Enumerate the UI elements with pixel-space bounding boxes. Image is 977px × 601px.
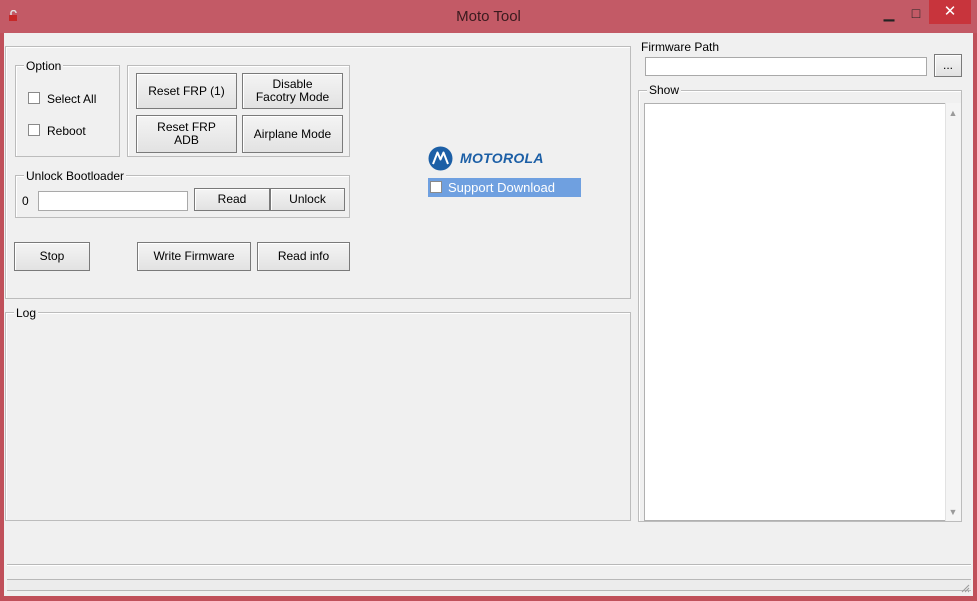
unlock-count: 0 — [22, 194, 29, 208]
scroll-down-icon[interactable]: ▼ — [945, 507, 961, 517]
show-group-label: Show — [647, 83, 682, 97]
motorola-logo-icon — [428, 146, 453, 171]
reboot-label[interactable]: Reboot — [47, 124, 86, 138]
write-firmware-label: Write Firmware — [153, 249, 235, 263]
select-all-label[interactable]: Select All — [47, 92, 96, 106]
write-firmware-button[interactable]: Write Firmware — [137, 242, 251, 271]
unlock-code-input[interactable] — [38, 191, 188, 211]
unlock-button[interactable]: Unlock — [270, 188, 345, 211]
reset-frp-label: Reset FRP (1) — [148, 83, 225, 98]
show-scrollbar[interactable] — [945, 103, 961, 521]
read-info-label: Read info — [277, 249, 330, 263]
airplane-mode-label: Airplane Mode — [253, 126, 332, 141]
scroll-up-icon[interactable]: ▲ — [945, 108, 961, 118]
select-all-checkbox[interactable] — [28, 92, 40, 104]
reboot-checkbox[interactable] — [28, 124, 40, 136]
log-group — [5, 312, 631, 521]
browse-button[interactable]: ... — [934, 54, 962, 77]
unlock-bootloader-label: Unlock Bootloader — [24, 169, 127, 183]
maximize-button[interactable]: □ — [903, 4, 929, 24]
reset-frp-adb-label-2: ADB — [174, 133, 199, 147]
airplane-mode-button[interactable]: Airplane Mode — [242, 115, 343, 153]
read-button[interactable]: Read — [194, 188, 270, 211]
close-button[interactable]: ✕ — [929, 0, 971, 24]
minimize-button[interactable]: ▁ — [876, 4, 902, 24]
reset-frp-button[interactable]: Reset FRP (1) — [136, 73, 237, 109]
support-download-checkbox[interactable] — [430, 181, 442, 193]
option-group — [15, 65, 120, 157]
stop-button[interactable]: Stop — [14, 242, 90, 271]
log-group-label: Log — [14, 306, 39, 320]
disable-factory-label-2: Facotry Mode — [255, 90, 330, 104]
stop-label: Stop — [39, 249, 65, 263]
reset-frp-adb-button[interactable]: Reset FRP ADB — [136, 115, 237, 153]
option-group-label: Option — [24, 59, 64, 73]
firmware-path-label: Firmware Path — [641, 40, 720, 54]
motorola-logo-text: MOTOROLA — [460, 150, 544, 166]
browse-label: ... — [942, 58, 953, 72]
support-download-label[interactable]: Support Download — [448, 180, 555, 195]
read-label: Read — [217, 192, 247, 206]
bottom-separator — [7, 564, 971, 566]
read-info-button[interactable]: Read info — [257, 242, 350, 271]
unlock-label: Unlock — [289, 192, 326, 206]
disable-factory-mode-button[interactable]: Disable Facotry Mode — [242, 73, 343, 109]
show-textarea[interactable] — [644, 103, 946, 521]
firmware-path-input[interactable] — [645, 57, 927, 76]
resize-grip-icon[interactable] — [958, 582, 970, 593]
window-title: Moto Tool — [456, 8, 521, 25]
status-bar — [7, 579, 971, 591]
